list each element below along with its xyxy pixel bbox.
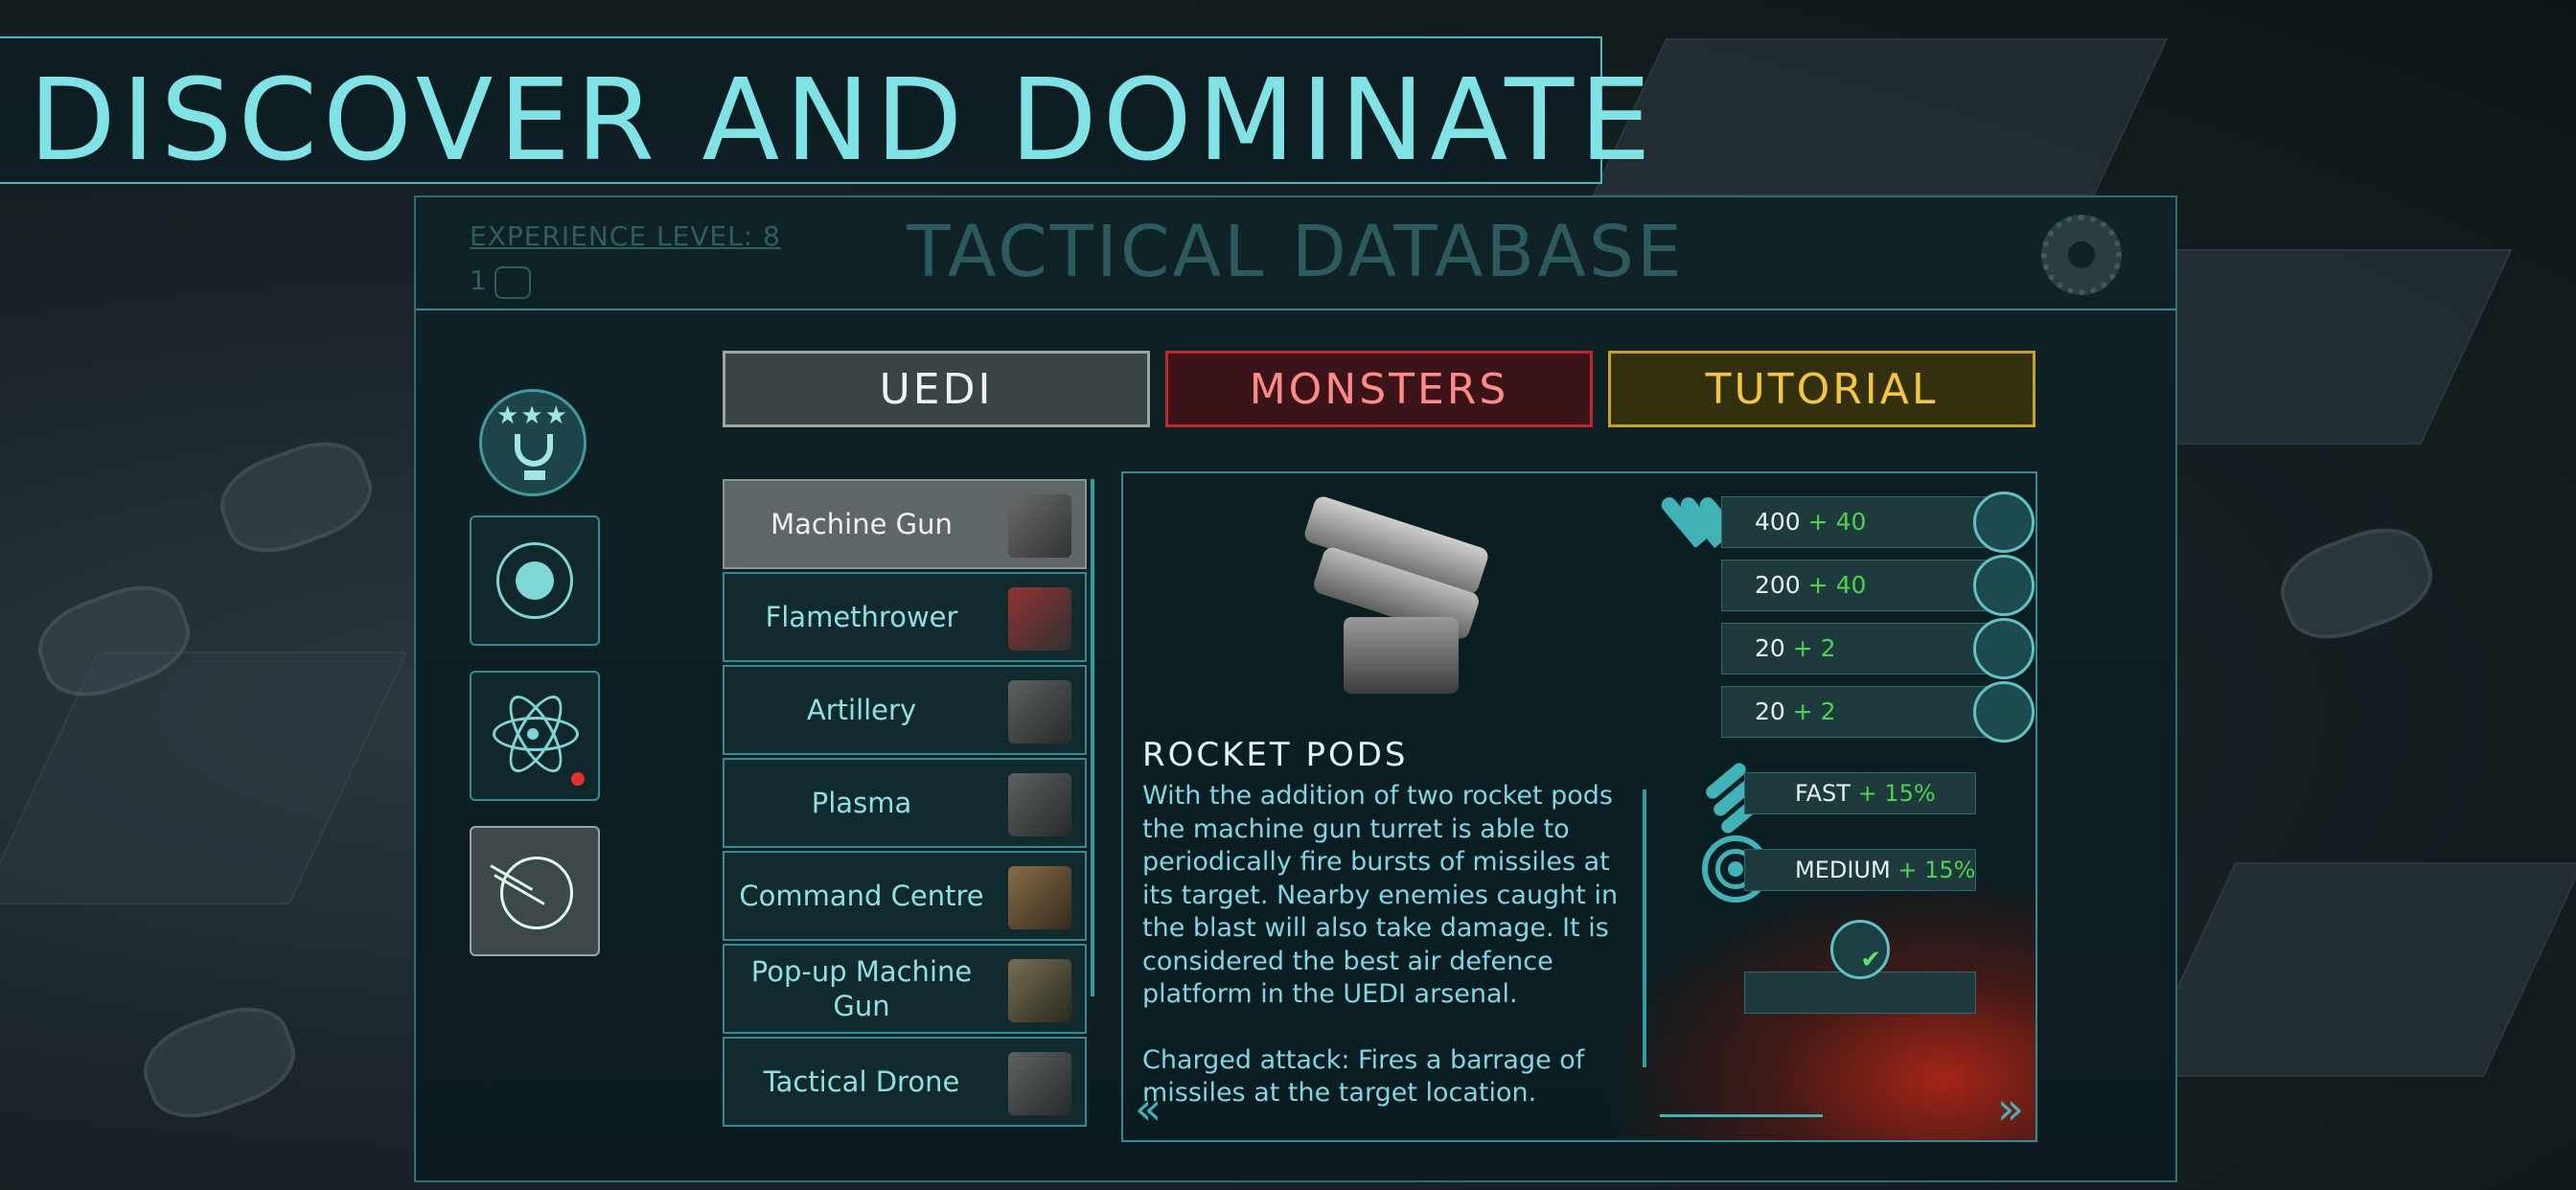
list-item-label: Flamethrower	[765, 601, 958, 633]
tactical-drone-icon	[1008, 1052, 1071, 1115]
charged-attack-text: Charged attack: Fires a barrage of missi…	[1142, 1044, 1585, 1109]
stat-label: FAST	[1795, 780, 1851, 807]
brute-icon	[1973, 681, 2035, 743]
stat-value: 20	[1755, 698, 1785, 725]
list-item-label: Pop-up Machine Gun	[750, 955, 973, 1022]
radar-icon	[500, 857, 573, 929]
list-item-label: Plasma	[811, 787, 912, 819]
list-item[interactable]: Flamethrower	[723, 572, 1087, 662]
list-item-label: Tactical Drone	[763, 1065, 960, 1098]
spider-icon	[1973, 555, 2035, 616]
stat-bonus: + 2	[1792, 634, 1836, 662]
tactical-database-panel: EXPERIENCE LEVEL: 8 1 TACTICAL DATABASE …	[414, 195, 2177, 1182]
damage-stat-beast: 20 + 2	[1721, 618, 2035, 679]
list-item-label: Artillery	[806, 694, 917, 726]
gear-icon[interactable]	[2041, 215, 2122, 295]
damage-stat-brute: 20 + 2	[1721, 681, 2035, 743]
artillery-icon	[1008, 680, 1071, 744]
damage-stat-soldier: 400 + 40	[1721, 492, 2035, 553]
database-button[interactable]	[470, 826, 600, 956]
rocket-pods-turret-image	[1276, 492, 1516, 703]
description-text: With the addition of two rocket pods the…	[1142, 781, 1619, 1009]
stat-bonus: + 40	[1807, 508, 1867, 536]
previous-button[interactable]: «	[1135, 1083, 1162, 1134]
stat-value: 20	[1755, 634, 1785, 662]
research-button[interactable]	[470, 671, 600, 801]
stat-bonus: + 15%	[1898, 857, 1976, 883]
item-description[interactable]: With the addition of two rocket pods the…	[1142, 780, 1631, 1110]
beast-icon	[1973, 618, 2035, 679]
promo-headline-banner: DISCOVER AND DOMINATE	[0, 36, 1651, 186]
detail-pane: ROCKET PODS With the addition of two roc…	[1121, 471, 2037, 1142]
list-item[interactable]: Command Centre	[723, 851, 1087, 941]
tab-uedi[interactable]: UEDI	[723, 351, 1150, 427]
achievements-button[interactable]: ★★★	[479, 389, 586, 496]
damage-stat-spider: 200 + 40	[1721, 555, 2035, 616]
tab-monsters[interactable]: MONSTERS	[1165, 351, 1593, 427]
list-item[interactable]: Pop-up Machine Gun	[723, 944, 1087, 1034]
list-item-label: Command Centre	[739, 880, 984, 912]
list-item[interactable]: Tactical Drone	[723, 1037, 1087, 1127]
soldier-icon	[1973, 492, 2035, 553]
popup-machine-gun-icon	[1008, 959, 1071, 1022]
panel-header: EXPERIENCE LEVEL: 8 1 TACTICAL DATABASE	[416, 197, 2175, 310]
weapon-list: Machine Gun Flamethrower Artillery Plasm…	[723, 479, 1087, 1140]
item-title: ROCKET PODS	[1142, 736, 1409, 774]
planet-button[interactable]	[470, 515, 600, 646]
fire-speed-stat: FAST + 15%	[1744, 772, 1976, 814]
page-title: TACTICAL DATABASE	[907, 211, 1685, 293]
range-stat: MEDIUM + 15%	[1744, 849, 1976, 891]
list-item[interactable]: Artillery	[723, 665, 1087, 755]
tab-tutorial[interactable]: TUTORIAL	[1608, 351, 2036, 427]
description-scrollbar[interactable]	[1643, 790, 1646, 1067]
trophy-icon	[515, 434, 553, 467]
notification-dot	[571, 772, 585, 786]
promo-headline: DISCOVER AND DOMINATE	[29, 54, 1657, 186]
stars-icon: ★★★	[496, 401, 569, 430]
list-item-label: Machine Gun	[770, 508, 953, 540]
stat-bonus: + 2	[1792, 698, 1836, 725]
list-scrollbar[interactable]	[1091, 479, 1094, 996]
stat-bonus: + 15%	[1857, 780, 1936, 807]
command-centre-icon	[1008, 866, 1071, 929]
list-item[interactable]: Plasma	[723, 758, 1087, 848]
machine-gun-icon	[1008, 494, 1071, 558]
air-target-icon: ✔	[1830, 920, 1890, 979]
check-icon: ✔	[1860, 946, 1881, 974]
flamethrower-icon	[1008, 587, 1071, 651]
list-item[interactable]: Machine Gun	[723, 479, 1087, 569]
stat-value: 400	[1755, 508, 1801, 536]
stat-label: MEDIUM	[1795, 857, 1891, 883]
stat-value: 200	[1755, 571, 1801, 599]
next-button[interactable]: »	[1997, 1083, 2024, 1134]
page-indicator	[1660, 1114, 1823, 1117]
plasma-icon	[1008, 773, 1071, 836]
stat-bonus: + 40	[1807, 571, 1867, 599]
